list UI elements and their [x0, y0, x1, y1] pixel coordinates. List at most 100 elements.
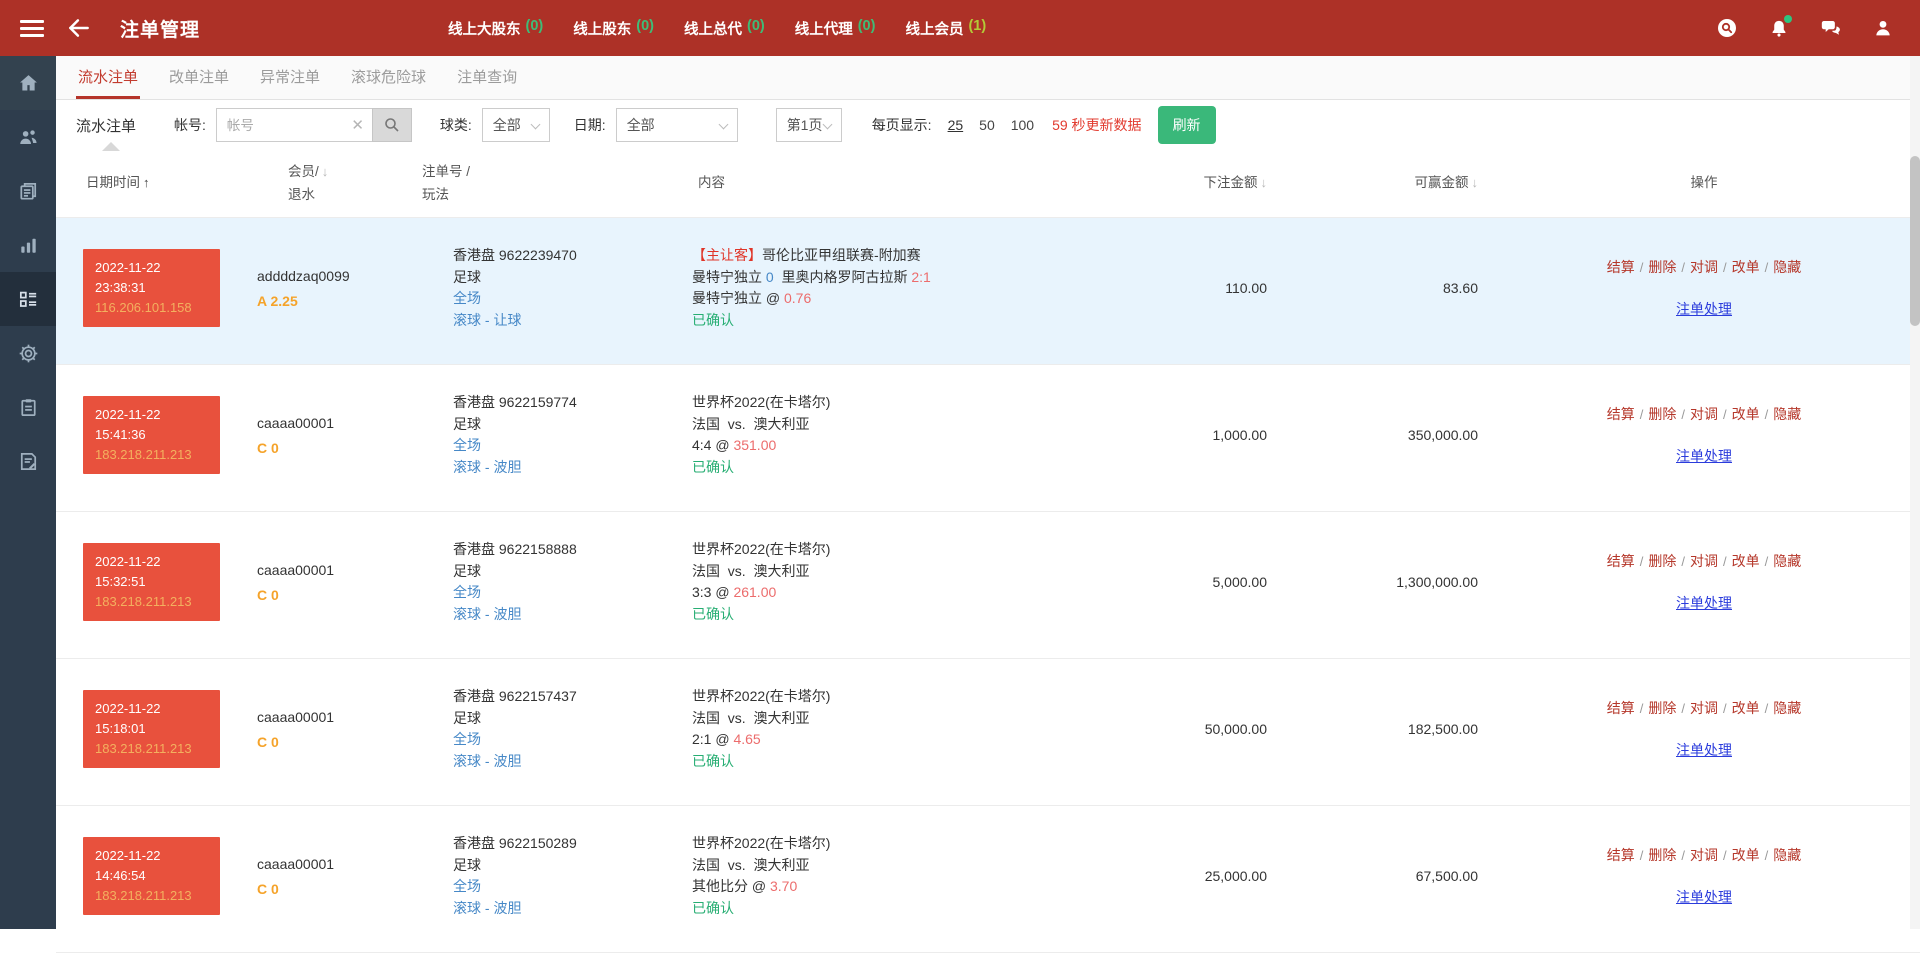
content-line: 已确认 [692, 310, 1066, 332]
clear-icon[interactable]: ✕ [351, 116, 364, 134]
search-icon[interactable] [1716, 17, 1738, 39]
process-order-link[interactable]: 注单处理 [1676, 593, 1732, 613]
action-2-link[interactable]: 删除 [1648, 406, 1676, 422]
action-5-link[interactable]: 隐藏 [1773, 406, 1801, 422]
top-nav-link-5[interactable]: 线上会员(1) [905, 18, 986, 39]
tab-3[interactable]: 异常注单 [258, 56, 322, 99]
action-separator: / [1765, 407, 1769, 422]
per-page-option-50[interactable]: 50 [979, 117, 995, 133]
action-3-link[interactable]: 对调 [1690, 700, 1718, 716]
sidebar-item-notes[interactable] [0, 434, 56, 488]
play-type-link[interactable]: 滚球 - 让球 [453, 310, 686, 332]
column-header-5[interactable]: 下注金额↓ [1066, 172, 1277, 194]
action-2-link[interactable]: 删除 [1648, 553, 1676, 569]
per-page-option-25[interactable]: 25 [948, 117, 964, 133]
sport-type: 足球 [453, 267, 686, 289]
tab-5[interactable]: 注单查询 [455, 56, 519, 99]
action-4-link[interactable]: 改单 [1732, 847, 1760, 863]
bet-amount-value: 50,000.00 [1205, 721, 1267, 737]
bet-amount-cell: 50,000.00 [1066, 721, 1277, 737]
action-separator: / [1765, 701, 1769, 716]
scrollbar-thumb[interactable] [1910, 156, 1920, 326]
sidebar-item-users[interactable] [0, 110, 56, 164]
action-1-link[interactable]: 结算 [1607, 553, 1635, 569]
sport-label: 球类: [440, 115, 472, 135]
action-3-link[interactable]: 对调 [1690, 553, 1718, 569]
column-header-6[interactable]: 可赢金额↓ [1277, 172, 1488, 194]
action-3-link[interactable]: 对调 [1690, 847, 1718, 863]
action-3-link[interactable]: 对调 [1690, 259, 1718, 275]
scope-link[interactable]: 全场 [453, 876, 686, 898]
page-select[interactable]: 第1页 [776, 108, 842, 142]
play-type-link[interactable]: 滚球 - 波胆 [453, 898, 686, 920]
action-separator: / [1765, 260, 1769, 275]
action-2-link[interactable]: 删除 [1648, 259, 1676, 275]
scope-link[interactable]: 全场 [453, 582, 686, 604]
tab-4[interactable]: 滚球危险球 [349, 56, 428, 99]
action-3-link[interactable]: 对调 [1690, 406, 1718, 422]
bet-amount-cell: 110.00 [1066, 280, 1277, 296]
content-text: 4:4 @ [692, 437, 733, 453]
action-1-link[interactable]: 结算 [1607, 406, 1635, 422]
action-2-link[interactable]: 删除 [1648, 700, 1676, 716]
action-4-link[interactable]: 改单 [1732, 259, 1760, 275]
tab-1[interactable]: 流水注单 [76, 56, 140, 99]
account-input[interactable] [216, 108, 372, 142]
action-4-link[interactable]: 改单 [1732, 553, 1760, 569]
users-icon [17, 126, 40, 149]
content-line: 世界杯2022(在卡塔尔) [692, 833, 1066, 855]
action-5-link[interactable]: 隐藏 [1773, 259, 1801, 275]
sidebar-item-bet-orders[interactable] [0, 272, 56, 326]
refresh-button[interactable]: 刷新 [1158, 106, 1216, 144]
bet-amount-cell: 5,000.00 [1066, 574, 1277, 590]
documents-icon [17, 180, 40, 203]
play-type-link[interactable]: 滚球 - 波胆 [453, 457, 686, 479]
column-header-2[interactable]: 会员/↓退水 [246, 161, 416, 206]
sidebar-item-documents[interactable] [0, 164, 56, 218]
sport-select[interactable]: 全部 [482, 108, 550, 142]
per-page-option-100[interactable]: 100 [1011, 117, 1034, 133]
content-text: 2:1 @ [692, 731, 733, 747]
search-button[interactable] [372, 108, 412, 142]
scope-link[interactable]: 全场 [453, 288, 686, 310]
play-type-link[interactable]: 滚球 - 波胆 [453, 751, 686, 773]
action-5-link[interactable]: 隐藏 [1773, 847, 1801, 863]
top-nav-link-3[interactable]: 线上总代(0) [684, 18, 765, 39]
messages-icon[interactable] [1820, 17, 1842, 39]
notifications-icon[interactable] [1768, 17, 1790, 39]
process-order-link[interactable]: 注单处理 [1676, 299, 1732, 319]
back-arrow-icon[interactable] [66, 15, 92, 41]
column-header-1[interactable]: 日期时间↑ [56, 172, 246, 194]
content-text: 3:3 @ [692, 584, 733, 600]
action-5-link[interactable]: 隐藏 [1773, 700, 1801, 716]
bet-content-cell: 世界杯2022(在卡塔尔)法国 vs. 澳大利亚3:3 @ 261.00已确认 [686, 539, 1066, 625]
tab-2[interactable]: 改单注单 [167, 56, 231, 99]
content-line: 曼特宁独立 @ 0.76 [692, 288, 1066, 310]
top-nav-link-2[interactable]: 线上股东(0) [573, 18, 654, 39]
sidebar-item-clipboard[interactable] [0, 380, 56, 434]
action-1-link[interactable]: 结算 [1607, 259, 1635, 275]
sidebar-item-home[interactable] [0, 56, 56, 110]
sidebar-item-statistics[interactable] [0, 218, 56, 272]
play-type-link[interactable]: 滚球 - 波胆 [453, 604, 686, 626]
action-1-link[interactable]: 结算 [1607, 700, 1635, 716]
sidebar-item-settings[interactable] [0, 326, 56, 380]
scope-link[interactable]: 全场 [453, 729, 686, 751]
scrollbar[interactable] [1910, 56, 1920, 929]
top-nav-link-1[interactable]: 线上大股东(0) [448, 18, 543, 39]
process-order-link[interactable]: 注单处理 [1676, 446, 1732, 466]
content-text: 世界杯2022(在卡塔尔) [692, 688, 830, 704]
account-icon[interactable] [1872, 17, 1894, 39]
process-order-link[interactable]: 注单处理 [1676, 887, 1732, 907]
action-4-link[interactable]: 改单 [1732, 406, 1760, 422]
action-5-link[interactable]: 隐藏 [1773, 553, 1801, 569]
action-2-link[interactable]: 删除 [1648, 847, 1676, 863]
top-nav-link-4[interactable]: 线上代理(0) [795, 18, 876, 39]
date-select[interactable]: 全部 [616, 108, 738, 142]
sort-desc-icon: ↓ [322, 164, 329, 179]
action-1-link[interactable]: 结算 [1607, 847, 1635, 863]
process-order-link[interactable]: 注单处理 [1676, 740, 1732, 760]
scope-link[interactable]: 全场 [453, 435, 686, 457]
menu-icon[interactable] [20, 16, 44, 41]
action-4-link[interactable]: 改单 [1732, 700, 1760, 716]
